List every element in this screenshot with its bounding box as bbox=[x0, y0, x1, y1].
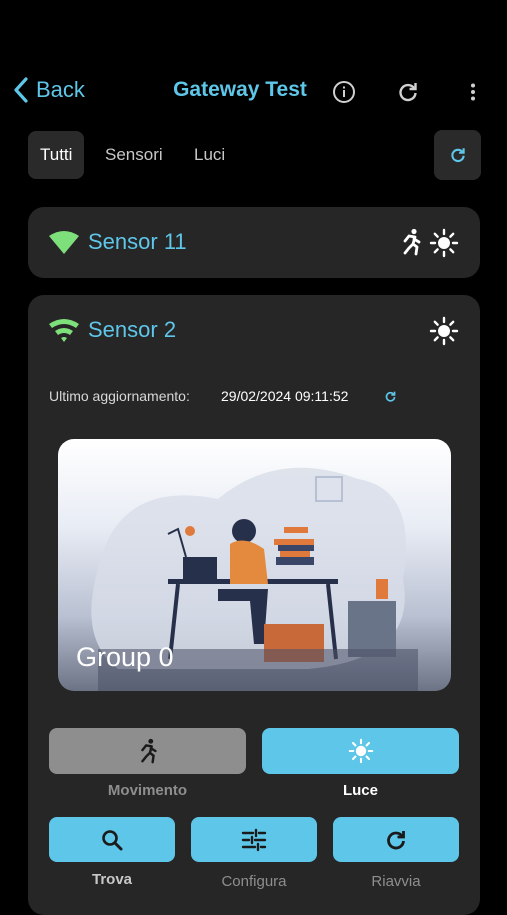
restart-label: Riavvia bbox=[371, 873, 421, 890]
configure-button[interactable] bbox=[191, 817, 317, 862]
wifi-icon bbox=[49, 231, 79, 254]
find-button[interactable] bbox=[49, 817, 175, 862]
sensor-name[interactable]: Sensor 2 bbox=[88, 317, 176, 343]
light-icon bbox=[348, 738, 373, 764]
motion-icon bbox=[403, 228, 421, 256]
tune-icon bbox=[241, 828, 267, 851]
tab-luci[interactable]: Luci bbox=[194, 131, 225, 179]
motion-mode-button[interactable] bbox=[49, 728, 246, 774]
light-mode-label: Luce bbox=[342, 782, 378, 799]
restart-button[interactable] bbox=[333, 817, 459, 862]
refresh-icon bbox=[450, 148, 465, 163]
search-icon bbox=[102, 829, 123, 850]
more-button[interactable] bbox=[459, 78, 487, 106]
last-update-value: 29/02/2024 09:11:52 bbox=[221, 388, 349, 404]
light-icon bbox=[429, 316, 459, 346]
find-label: Trova bbox=[91, 871, 133, 888]
sensor-name: Sensor 11 bbox=[88, 229, 187, 254]
last-update-label: Ultimo aggiornamento: bbox=[49, 388, 190, 404]
refresh-icon bbox=[387, 830, 405, 849]
more-vert-icon bbox=[471, 83, 475, 101]
motion-mode-label: Movimento bbox=[107, 782, 188, 799]
refresh-button[interactable] bbox=[394, 78, 422, 106]
wifi-icon bbox=[49, 319, 79, 342]
light-mode-button[interactable] bbox=[262, 728, 459, 774]
info-icon bbox=[333, 81, 355, 103]
tab-sensori[interactable]: Sensori bbox=[105, 131, 163, 179]
configure-label: Configura bbox=[221, 873, 287, 890]
tab-tutti[interactable]: Tutti bbox=[28, 131, 85, 179]
refresh-list-button[interactable] bbox=[434, 130, 481, 180]
group-name: Group 0 bbox=[76, 642, 174, 672]
info-button[interactable] bbox=[330, 78, 358, 106]
refresh-icon[interactable] bbox=[384, 390, 397, 403]
motion-icon bbox=[140, 738, 157, 764]
light-icon bbox=[429, 228, 459, 258]
refresh-icon bbox=[399, 83, 417, 102]
